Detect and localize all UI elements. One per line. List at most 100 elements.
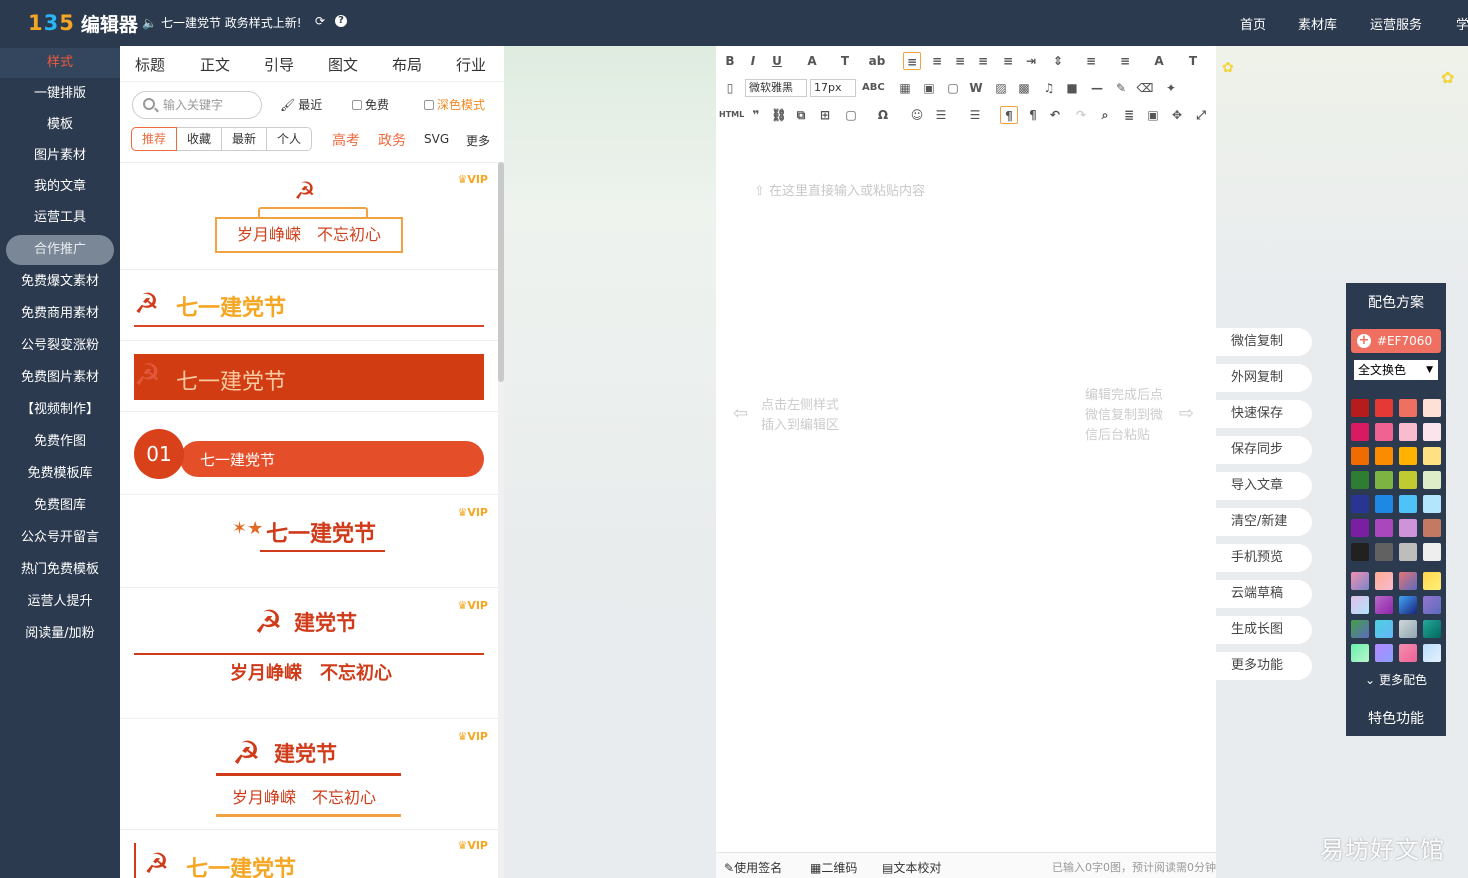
eraser-icon[interactable]: ⌫ [1136, 79, 1154, 97]
word-icon[interactable]: W [967, 79, 985, 97]
sidebar-item-free-drawing[interactable]: 免费作图 [0, 428, 120, 456]
sign-button[interactable]: ✎使用签名 [724, 859, 782, 876]
color-swatch[interactable] [1399, 495, 1417, 513]
color-swatch[interactable] [1399, 423, 1417, 441]
color-swatch[interactable] [1423, 543, 1441, 561]
color-swatch[interactable] [1375, 399, 1393, 417]
move-icon[interactable]: ✥ [1168, 106, 1186, 124]
color-swatch[interactable] [1423, 423, 1441, 441]
gradient-swatch[interactable] [1423, 620, 1441, 638]
proofread-button[interactable]: ▤文本校对 [882, 859, 941, 876]
rtl-icon[interactable]: ¶ [1024, 106, 1042, 124]
link-icon[interactable]: ⛓ [770, 106, 788, 124]
format-painter-icon[interactable]: ✎ [1112, 79, 1130, 97]
style-card[interactable]: ♛VIP ☭ 建党节 岁月峥嵘 不忘初心 [120, 589, 498, 719]
logo[interactable]: 135 编辑器 [28, 10, 138, 36]
font-color-icon[interactable]: A [803, 52, 821, 70]
subtab-personal[interactable]: 个人 [266, 127, 312, 151]
style-card[interactable]: ♛VIP ☭ 岁月峥嵘 不忘初心 [120, 163, 498, 270]
gradient-swatch[interactable] [1375, 620, 1393, 638]
clear-format-icon[interactable]: T [1184, 52, 1202, 70]
sidebar-item-reads[interactable]: 阅读量/加粉 [0, 620, 120, 648]
sidebar-item-ops-improve[interactable]: 运营人提升 [0, 588, 120, 616]
color-swatch[interactable] [1351, 399, 1369, 417]
style-card[interactable]: ♛VIP ✶★ 七一建党节 [120, 496, 498, 588]
color-swatch[interactable] [1399, 471, 1417, 489]
style-card[interactable]: 01 七一建党节 [120, 413, 498, 495]
align-justify-icon[interactable]: ≡ [974, 52, 992, 70]
gradient-swatch[interactable] [1351, 644, 1369, 662]
align-right-icon[interactable]: ≡ [951, 52, 969, 70]
gradient-swatch[interactable] [1351, 572, 1369, 590]
color-swatch[interactable] [1375, 447, 1393, 465]
color-swatch[interactable] [1423, 399, 1441, 417]
refresh-icon[interactable]: ⟳ [312, 13, 328, 29]
emoji-icon[interactable]: ☺ [908, 106, 926, 124]
color-swatch[interactable] [1375, 423, 1393, 441]
ltr-icon[interactable]: ¶ [1000, 106, 1018, 124]
special-features-button[interactable]: 特色功能 [1346, 708, 1446, 728]
line-spacing-icon[interactable]: ⇕ [1049, 52, 1067, 70]
picture-icon[interactable]: ▨ [992, 79, 1010, 97]
italic-icon[interactable]: I [744, 52, 762, 70]
clear-new-button[interactable]: 清空/新建 [1216, 508, 1312, 536]
gradient-swatch[interactable] [1351, 596, 1369, 614]
style-card[interactable]: ♛VIP ☭ 建党节 岁月峥嵘 不忘初心 [120, 720, 498, 830]
tab-image-text[interactable]: 图文 [328, 54, 358, 75]
music-icon[interactable]: ♫ [1040, 79, 1058, 97]
horizontal-rule-icon[interactable]: — [1088, 79, 1106, 97]
color-swatch[interactable] [1375, 519, 1393, 537]
subtab-more[interactable]: 更多 [466, 132, 490, 149]
color-swatch[interactable] [1423, 471, 1441, 489]
gradient-swatch[interactable] [1399, 644, 1417, 662]
find-replace-icon[interactable]: ⌕ [1096, 106, 1114, 124]
sidebar-item-commercial[interactable]: 免费商用素材 [0, 300, 120, 328]
color-swatch[interactable] [1351, 447, 1369, 465]
subtab-government[interactable]: 政务 [378, 130, 406, 150]
qrcode-button[interactable]: ▦二维码 [810, 859, 857, 876]
color-swatch[interactable] [1351, 471, 1369, 489]
background-color-icon[interactable]: ab [868, 52, 886, 70]
align-left-icon[interactable]: ≡ [903, 52, 921, 70]
more-colors-button[interactable]: ⌄ 更多配色 [1346, 671, 1446, 688]
color-swatch[interactable] [1351, 423, 1369, 441]
cloud-draft-button[interactable]: 云端草稿 [1216, 580, 1312, 608]
style-card[interactable]: ☭ 七一建党节 [120, 342, 498, 412]
color-swatch[interactable] [1351, 543, 1369, 561]
sidebar-item-my-articles[interactable]: 我的文章 [0, 173, 120, 201]
more-functions-button[interactable]: 更多功能 [1216, 652, 1312, 680]
letter-spacing-icon[interactable]: ≡ [1082, 52, 1100, 70]
multi-image-icon[interactable]: ▢ [944, 79, 962, 97]
anchor-icon[interactable]: ⊞ [816, 106, 834, 124]
current-color-button[interactable]: #EF7060 [1351, 329, 1441, 353]
subtab-svg[interactable]: SVG [424, 132, 449, 146]
gradient-swatch[interactable] [1375, 644, 1393, 662]
nav-operations[interactable]: 运营服务 [1370, 14, 1422, 33]
nav-home[interactable]: 首页 [1240, 14, 1266, 33]
color-swatch[interactable] [1423, 447, 1441, 465]
select-all-icon[interactable]: ▣ [1144, 106, 1162, 124]
paragraph-spacing-icon[interactable]: ≡ [1116, 52, 1134, 70]
sidebar-item-free-template-lib[interactable]: 免费模板库 [0, 460, 120, 488]
style-card[interactable]: ♛VIP ☭ 七一建党节 [120, 831, 498, 878]
sidebar-item-fission[interactable]: 公号裂变涨粉 [0, 332, 120, 360]
sidebar-item-comments[interactable]: 公众号开留言 [0, 524, 120, 552]
sidebar-item-ops-tools[interactable]: 运营工具 [0, 204, 120, 232]
color-swatch[interactable] [1351, 519, 1369, 537]
color-swatch[interactable] [1399, 447, 1417, 465]
sidebar-item-free-gallery[interactable]: 免费图库 [0, 492, 120, 520]
sidebar-item-style[interactable]: 样式 [0, 48, 120, 78]
document-icon[interactable]: ▯ [721, 79, 739, 97]
announcement[interactable]: 🔈 七一建党节 政务样式上新! [142, 14, 302, 31]
sidebar-item-one-click-layout[interactable]: 一键排版 [0, 80, 120, 108]
long-image-button[interactable]: 生成长图 [1216, 616, 1312, 644]
sidebar-item-video[interactable]: 【视频制作】 [0, 396, 120, 424]
gradient-swatch[interactable] [1399, 596, 1417, 614]
nav-materials[interactable]: 素材库 [1298, 14, 1337, 33]
gradient-swatch[interactable] [1399, 620, 1417, 638]
align-center-icon[interactable]: ≡ [928, 52, 946, 70]
omega-icon[interactable]: Ω [874, 106, 892, 124]
subtab-gaokao[interactable]: 高考 [332, 130, 360, 150]
html-icon[interactable]: HTML [719, 106, 741, 124]
gradient-swatch[interactable] [1375, 572, 1393, 590]
